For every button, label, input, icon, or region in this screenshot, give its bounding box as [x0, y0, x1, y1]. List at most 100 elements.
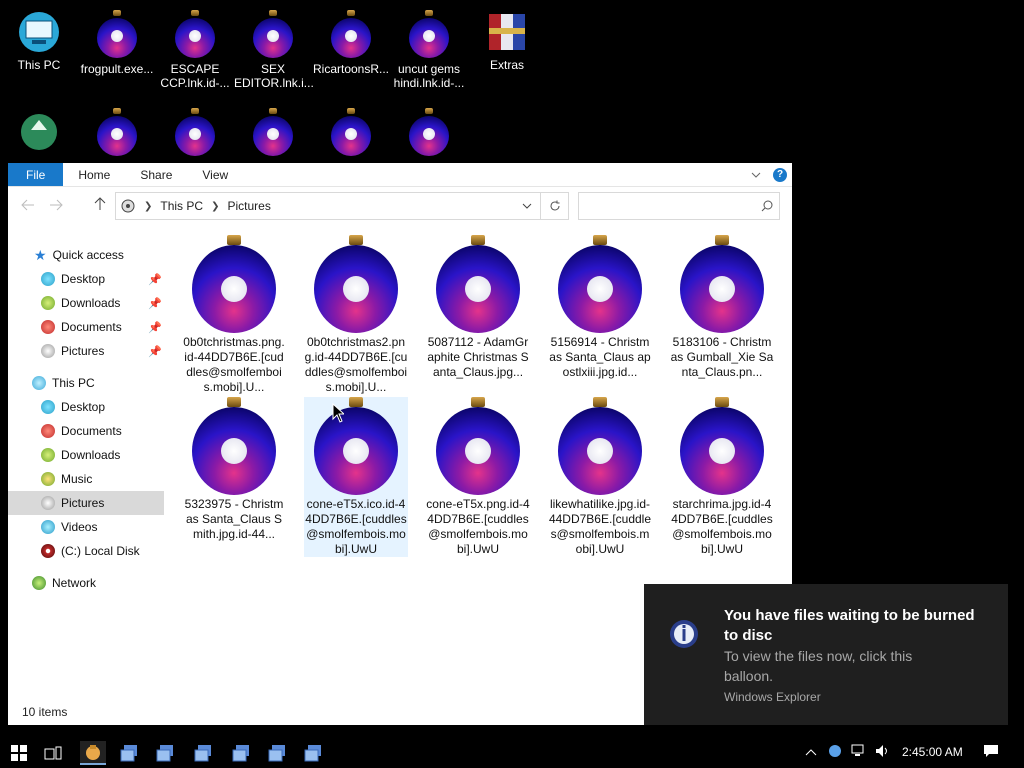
- search-input[interactable]: [578, 192, 780, 220]
- file-item-selected[interactable]: cone-eT5x.ico.id-44DD7B6E.[cuddles@smolf…: [304, 397, 408, 557]
- pictures-icon: [41, 344, 55, 358]
- app-window-icon: [156, 745, 173, 762]
- up-button[interactable]: [90, 197, 110, 215]
- ornament-thumbnail-icon: [558, 235, 642, 333]
- nav-pc-desktop[interactable]: Desktop: [8, 395, 164, 419]
- expand-ribbon-button[interactable]: [744, 163, 768, 186]
- nav-pc-documents[interactable]: Documents: [8, 419, 164, 443]
- tab-file[interactable]: File: [8, 163, 64, 186]
- refresh-button[interactable]: [541, 192, 569, 220]
- nav-quick-downloads[interactable]: Downloads 📌: [8, 291, 164, 315]
- refresh-icon: [550, 200, 559, 211]
- desktop-icon-ornament-row2-2[interactable]: [156, 102, 234, 160]
- network-status-icon[interactable]: [850, 744, 868, 761]
- tray-explorer-icon[interactable]: [826, 744, 844, 761]
- task-view-button[interactable]: [40, 741, 66, 765]
- desktop-icon-label: Extras: [489, 58, 524, 72]
- file-item[interactable]: likewhatilike.jpg.id-44DD7B6E.[cuddles@s…: [548, 397, 652, 557]
- file-item[interactable]: 5087112 - AdamGraphite Christmas Santa_C…: [426, 235, 530, 380]
- nav-pc-local-disk[interactable]: (C:) Local Disk: [8, 539, 164, 563]
- chevron-up-icon: [805, 749, 817, 756]
- chevron-down-icon: [522, 203, 532, 209]
- arrow-up-icon: [94, 197, 106, 210]
- address-dropdown-button[interactable]: [522, 201, 532, 212]
- desktop-icon-extras[interactable]: Extras: [468, 4, 546, 72]
- ornament-icon: [175, 10, 215, 58]
- notification-source: Windows Explorer: [724, 690, 821, 704]
- mouse-cursor-icon: [332, 403, 344, 423]
- star-icon: ★: [34, 246, 47, 263]
- nav-label: Network: [52, 576, 97, 590]
- breadcrumb-pictures[interactable]: Pictures: [227, 199, 270, 213]
- nav-quick-access[interactable]: ★ Quick access: [8, 243, 164, 267]
- desktop-icon-sex-editor[interactable]: SEX EDITOR.lnk.i...: [234, 4, 314, 90]
- nav-quick-pictures[interactable]: Pictures 📌: [8, 339, 164, 363]
- burn-disc-notification[interactable]: You have files waiting to be burned to d…: [644, 584, 1008, 725]
- desktop-icon-label: frogpult.exe...: [80, 62, 154, 76]
- desktop-icon-ricartoons[interactable]: RicartoonsR...: [312, 4, 390, 76]
- nav-pc-downloads[interactable]: Downloads: [8, 443, 164, 467]
- documents-icon: [41, 424, 55, 438]
- nav-quick-desktop[interactable]: Desktop 📌: [8, 267, 164, 291]
- ornament-thumbnail-icon: [192, 397, 276, 495]
- arrow-right-icon: [50, 199, 63, 211]
- start-button[interactable]: [6, 741, 32, 765]
- help-button[interactable]: ?: [768, 163, 792, 186]
- nav-label: Downloads: [61, 296, 121, 310]
- ribbon: File Home Share View ?: [8, 163, 792, 187]
- nav-quick-documents[interactable]: Documents 📌: [8, 315, 164, 339]
- nav-label: This PC: [52, 376, 95, 390]
- back-button[interactable]: [18, 197, 38, 215]
- breadcrumb-this-pc[interactable]: This PC: [160, 199, 203, 213]
- pin-icon: 📌: [148, 345, 162, 358]
- taskbar-app-button[interactable]: [116, 741, 142, 765]
- file-name: starchrima.jpg.id-44DD7B6E.[cuddles@smol…: [671, 497, 773, 556]
- taskbar-app-button[interactable]: [300, 741, 326, 765]
- desktop-icon-ornament-row2-5[interactable]: [390, 102, 468, 160]
- nav-this-pc[interactable]: This PC: [8, 371, 164, 395]
- taskbar: 2:45:00 AM: [0, 738, 1024, 768]
- tab-view[interactable]: View: [187, 163, 243, 186]
- windows-logo-icon: [11, 745, 27, 761]
- nav-pc-pictures[interactable]: Pictures: [8, 491, 164, 515]
- nav-network[interactable]: Network: [8, 571, 164, 595]
- speaker-icon: [876, 745, 887, 757]
- taskbar-app-button[interactable]: [228, 741, 254, 765]
- nav-pc-music[interactable]: Music: [8, 467, 164, 491]
- taskbar-clock[interactable]: 2:45:00 AM: [902, 745, 963, 759]
- desktop-icon-ornament-row2-1[interactable]: [78, 102, 156, 160]
- this-pc-location-icon: [121, 199, 135, 213]
- show-hidden-icons-button[interactable]: [802, 744, 820, 759]
- nav-label: Desktop: [61, 400, 106, 414]
- file-item[interactable]: 5323975 - Christmas Santa_Claus Smith.jp…: [182, 397, 286, 542]
- action-center-button[interactable]: [982, 744, 1000, 761]
- ornament-thumbnail-icon: [680, 397, 764, 495]
- desktop-icon-escape-ccp[interactable]: ESCAPE CCP.lnk.id-...: [156, 4, 234, 90]
- desktop-icon-frogpult[interactable]: frogpult.exe...: [78, 4, 156, 76]
- forward-button[interactable]: [46, 197, 66, 215]
- file-item[interactable]: 0b0tchristmas.png.id-44DD7B6E.[cuddles@s…: [182, 235, 286, 395]
- taskbar-app-button[interactable]: [264, 741, 290, 765]
- desktop-icon-label: ESCAPE CCP.lnk.id-...: [160, 62, 230, 90]
- file-item[interactable]: 5183106 - Christmas Gumball_Xie Santa_Cl…: [670, 235, 774, 380]
- info-icon: [829, 745, 841, 757]
- file-item[interactable]: starchrima.jpg.id-44DD7B6E.[cuddles@smol…: [670, 397, 774, 557]
- desktop-icon-uncut-gems[interactable]: uncut gems hindi.lnk.id-...: [390, 4, 468, 90]
- desktop-icon-ornament-row2-4[interactable]: [312, 102, 390, 160]
- taskbar-app-button[interactable]: [190, 741, 216, 765]
- desktop-icon-label: RicartoonsR...: [312, 62, 390, 76]
- tab-share[interactable]: Share: [125, 163, 187, 186]
- desktop-icon-this-pc[interactable]: This PC: [0, 4, 78, 72]
- address-field[interactable]: ❯ This PC ❯ Pictures: [115, 192, 541, 220]
- desktop-icon-recycle-bin[interactable]: [0, 102, 78, 156]
- tab-home[interactable]: Home: [63, 163, 125, 186]
- taskbar-app-button[interactable]: [152, 741, 178, 765]
- file-item[interactable]: 5156914 - Christmas Santa_Claus apostlxi…: [548, 235, 652, 380]
- file-item[interactable]: 0b0tchristmas2.png.id-44DD7B6E.[cuddles@…: [304, 235, 408, 395]
- desktop-icon-ornament-row2-3[interactable]: [234, 102, 312, 160]
- taskbar-explorer-button[interactable]: [80, 741, 106, 765]
- file-name: 5156914 - Christmas Santa_Claus apostlxi…: [549, 335, 651, 379]
- nav-pc-videos[interactable]: Videos: [8, 515, 164, 539]
- file-item[interactable]: cone-eT5x.png.id-44DD7B6E.[cuddles@smolf…: [426, 397, 530, 557]
- volume-button[interactable]: [874, 744, 892, 761]
